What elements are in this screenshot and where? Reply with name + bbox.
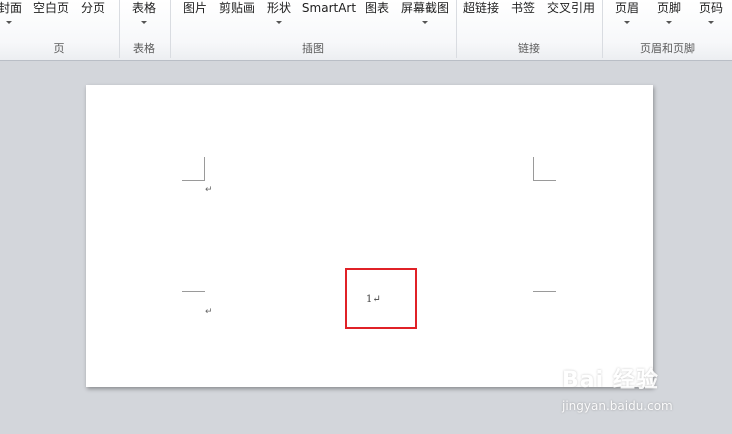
page-number-button[interactable]: 页码	[694, 0, 728, 34]
shapes-button[interactable]: 形状	[264, 0, 294, 34]
crop-mark-top-right-h	[533, 180, 556, 181]
cover-page-label: 封面	[0, 1, 23, 15]
cross-reference-button[interactable]: 交叉引用	[543, 0, 599, 34]
footer-mark-right	[533, 291, 556, 292]
highlight-box	[345, 268, 417, 329]
watermark-site-text: jingyan.baidu.com	[562, 399, 673, 413]
header-button[interactable]: 页眉	[610, 0, 644, 34]
group-label-tables: 表格	[133, 42, 155, 55]
crop-mark-top-left-v	[204, 157, 205, 180]
crop-mark-top-left-h	[182, 180, 205, 181]
chevron-down-icon	[276, 21, 282, 24]
paragraph-mark: ↵	[205, 307, 213, 317]
blank-page-button[interactable]: 空白页	[31, 0, 71, 34]
picture-label: 图片	[182, 1, 207, 15]
clip-art-button[interactable]: 剪贴画	[217, 0, 257, 34]
baidu-jingyan-watermark: Bai 经验 jingyan.baidu.com	[562, 352, 722, 414]
chevron-down-icon	[708, 21, 714, 24]
table-button[interactable]: 表格	[126, 0, 162, 34]
chevron-down-icon	[666, 21, 672, 24]
chevron-down-icon	[141, 21, 147, 24]
shapes-label: 形状	[266, 1, 291, 15]
group-label-links: 链接	[518, 42, 540, 55]
chart-button[interactable]: 图表	[362, 0, 392, 34]
watermark-logo-text: Bai 经验	[562, 368, 659, 393]
header-label: 页眉	[614, 1, 639, 15]
footer-label: 页脚	[656, 1, 681, 15]
group-label-pages: 页	[53, 42, 65, 55]
page-break-button[interactable]: 分页	[78, 0, 108, 34]
page-break-label: 分页	[80, 1, 105, 15]
screenshot-button[interactable]: 屏幕截图	[398, 0, 452, 34]
paragraph-mark: ↵	[205, 185, 213, 195]
ribbon-insert-tab: 封面 空白页 分页 页 表格 表格 图片 剪贴画 形状 SmartArt 图表 …	[0, 0, 732, 61]
picture-button[interactable]: 图片	[180, 0, 210, 34]
blank-page-label: 空白页	[32, 1, 69, 15]
hyperlink-label: 超链接	[462, 1, 499, 15]
smartart-button[interactable]: SmartArt	[300, 0, 358, 34]
page-number-label: 页码	[698, 1, 723, 15]
group-label-illustrations: 插图	[302, 42, 324, 55]
footer-button[interactable]: 页脚	[652, 0, 686, 34]
crop-mark-top-right-v	[533, 157, 534, 180]
hyperlink-button[interactable]: 超链接	[460, 0, 502, 34]
bookmark-label: 书签	[510, 1, 535, 15]
screenshot-label: 屏幕截图	[400, 1, 449, 15]
chevron-down-icon	[6, 21, 12, 24]
cover-page-button[interactable]: 封面	[0, 0, 24, 34]
footer-mark-left	[182, 291, 205, 292]
group-label-header-footer: 页眉和页脚	[640, 42, 695, 55]
chevron-down-icon	[624, 21, 630, 24]
smartart-label: SmartArt	[301, 1, 357, 15]
clip-art-label: 剪贴画	[218, 1, 255, 15]
table-label: 表格	[131, 1, 156, 15]
chart-label: 图表	[364, 1, 389, 15]
bookmark-button[interactable]: 书签	[507, 0, 539, 34]
chevron-down-icon	[422, 21, 428, 24]
document-page[interactable]: ↵ ↵	[86, 85, 653, 387]
cross-reference-label: 交叉引用	[546, 1, 595, 15]
